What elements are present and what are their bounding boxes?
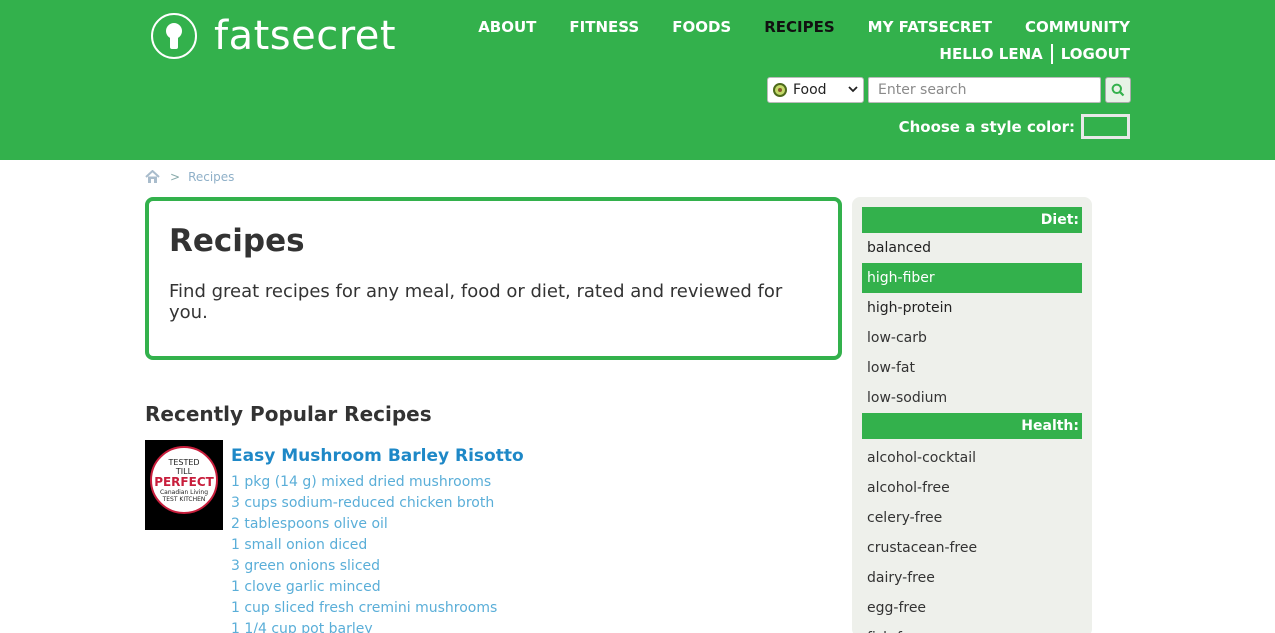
- nav-my-fatsecret[interactable]: MY FATSECRET: [868, 18, 992, 36]
- diet-filter-high-protein[interactable]: high-protein: [862, 293, 1082, 323]
- seal-text: PERFECT: [154, 474, 214, 489]
- seal-text: TEST KITCHEN: [162, 495, 206, 503]
- health-filter-egg-free[interactable]: egg-free: [862, 593, 1082, 623]
- keyhole-logo-icon: [151, 13, 197, 59]
- ingredient-item: 1 cup sliced fresh cremini mushrooms: [231, 600, 498, 616]
- health-filter-fish-free[interactable]: fish-free: [862, 623, 1082, 633]
- tested-till-perfect-seal: TESTED TILL PERFECT Canadian Living TEST…: [150, 446, 218, 514]
- fatsecret-logo[interactable]: fatsecret: [151, 13, 396, 59]
- health-filter-crustacean-free[interactable]: crustacean-free: [862, 533, 1082, 563]
- chevron-down-icon: [847, 82, 859, 99]
- diet-filter-balanced[interactable]: balanced: [862, 233, 1082, 263]
- ingredient-item: 1 1/4 cup pot barley: [231, 621, 373, 633]
- ingredient-item: 1 small onion diced: [231, 537, 368, 553]
- search-category-select[interactable]: Food: [767, 77, 864, 103]
- diet-filter-low-fat[interactable]: low-fat: [862, 353, 1082, 383]
- search-icon: [1111, 83, 1125, 97]
- nav-fitness[interactable]: FITNESS: [569, 18, 639, 36]
- logout-link[interactable]: LOGOUT: [1061, 45, 1130, 63]
- main-nav: ABOUT FITNESS FOODS RECIPES MY FATSECRET…: [445, 18, 1130, 36]
- search-category-value: Food: [793, 82, 827, 98]
- search-input[interactable]: [868, 77, 1101, 103]
- health-filter-alcohol-cocktail[interactable]: alcohol-cocktail: [862, 443, 1082, 473]
- page-title: Recipes: [169, 223, 305, 259]
- diet-filter-low-carb[interactable]: low-carb: [862, 323, 1082, 353]
- seal-text: Canadian Living: [159, 488, 209, 496]
- avocado-icon: [773, 83, 787, 97]
- health-filter-celery-free[interactable]: celery-free: [862, 503, 1082, 533]
- user-bar: HELLO LENA LOGOUT: [939, 44, 1130, 64]
- ingredient-item: 3 cups sodium-reduced chicken broth: [231, 495, 495, 511]
- site-header: fatsecret ABOUT FITNESS FOODS RECIPES MY…: [0, 0, 1275, 160]
- nav-community[interactable]: COMMUNITY: [1025, 18, 1130, 36]
- recipe-title-link[interactable]: Easy Mushroom Barley Risotto: [231, 446, 524, 466]
- breadcrumb-separator: >: [170, 170, 181, 184]
- style-color-label: Choose a style color:: [898, 117, 1075, 136]
- ingredient-item: 1 clove garlic minced: [231, 579, 381, 595]
- breadcrumb-current[interactable]: Recipes: [188, 170, 234, 184]
- intro-box: Recipes Find great recipes for any meal,…: [145, 197, 842, 360]
- ingredient-item: 3 green onions sliced: [231, 558, 381, 574]
- divider: [1050, 44, 1053, 64]
- nav-recipes[interactable]: RECIPES: [764, 18, 834, 36]
- seal-text: TESTED: [168, 457, 200, 467]
- greeting-link[interactable]: HELLO LENA: [939, 45, 1042, 63]
- ingredient-item: 2 tablespoons olive oil: [231, 516, 388, 532]
- nav-about[interactable]: ABOUT: [478, 18, 536, 36]
- style-color-picker: Choose a style color:: [899, 114, 1130, 139]
- style-color-swatch[interactable]: [1081, 114, 1130, 139]
- diet-heading: Diet:: [862, 207, 1082, 233]
- nav-foods[interactable]: FOODS: [672, 18, 731, 36]
- health-heading: Health:: [862, 413, 1082, 439]
- home-icon[interactable]: [145, 170, 160, 184]
- ingredient-item: 1 pkg (14 g) mixed dried mushrooms: [231, 474, 492, 490]
- logo-text: fatsecret: [214, 13, 397, 59]
- ingredient-list: 1 pkg (14 g) mixed dried mushrooms 3 cup…: [231, 472, 497, 633]
- diet-filter-low-sodium[interactable]: low-sodium: [862, 383, 1082, 413]
- diet-filter-high-fiber[interactable]: high-fiber: [862, 263, 1082, 293]
- search-bar: Food: [767, 77, 1131, 103]
- popular-recipes-heading: Recently Popular Recipes: [145, 402, 432, 426]
- health-filter-dairy-free[interactable]: dairy-free: [862, 563, 1082, 593]
- page-description: Find great recipes for any meal, food or…: [169, 281, 783, 323]
- filter-sidebar: Diet: balanced high-fiber high-protein l…: [852, 197, 1092, 633]
- recipe-thumbnail[interactable]: TESTED TILL PERFECT Canadian Living TEST…: [145, 440, 223, 530]
- health-filter-alcohol-free[interactable]: alcohol-free: [862, 473, 1082, 503]
- search-button[interactable]: [1105, 77, 1131, 103]
- breadcrumb: > Recipes: [145, 170, 234, 184]
